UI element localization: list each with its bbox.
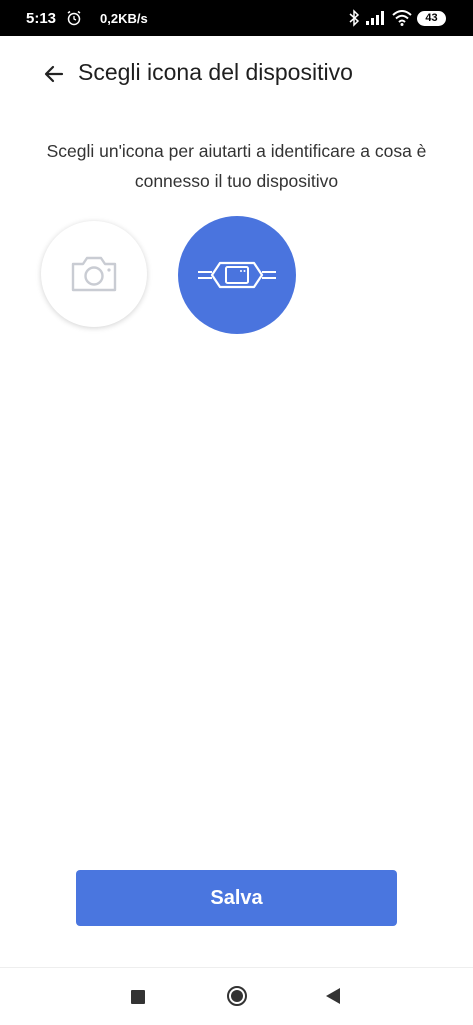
signal-icon: [366, 11, 384, 25]
battery-icon: 43: [417, 11, 446, 26]
system-nav-bar: [0, 967, 473, 1025]
network-speed: 0,2KB/s: [100, 11, 148, 26]
status-bar: 5:13 0,2KB/s 43: [0, 0, 473, 36]
recents-square-icon[interactable]: [131, 990, 145, 1004]
save-button[interactable]: Salva: [76, 870, 397, 926]
icon-option-smart-switch[interactable]: [178, 216, 296, 334]
home-circle-icon[interactable]: [226, 985, 248, 1007]
wifi-icon: [392, 10, 412, 26]
status-time: 5:13: [26, 10, 57, 27]
icon-option-camera[interactable]: [41, 221, 147, 327]
camera-icon: [71, 256, 117, 292]
bluetooth-icon: [349, 9, 360, 27]
arrow-left-icon[interactable]: [42, 62, 66, 86]
instruction-text: Scegli un'icona per aiutarti a identific…: [46, 141, 427, 191]
back-triangle-icon[interactable]: [325, 987, 341, 1005]
smart-switch-module-icon: [198, 261, 276, 289]
page-title: Scegli icona del dispositivo: [78, 59, 353, 85]
alarm-icon: [67, 10, 81, 26]
